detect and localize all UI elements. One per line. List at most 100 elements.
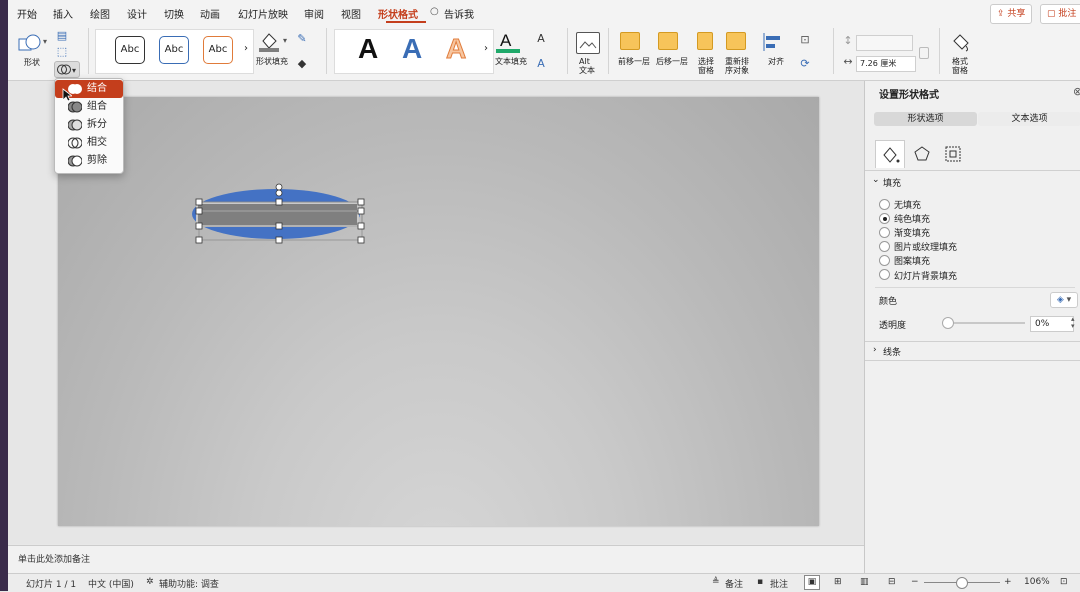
- shape-effects-icon[interactable]: ◆: [295, 57, 309, 71]
- width-field[interactable]: 7.26 厘米: [856, 56, 916, 72]
- format-pane-button[interactable]: [950, 31, 972, 53]
- transparency-slider-track[interactable]: [947, 322, 1025, 324]
- radio-solid-fill[interactable]: [879, 213, 890, 224]
- pane-title: 设置形状格式: [879, 90, 939, 101]
- notes-pane[interactable]: 单击此处添加备注: [8, 545, 864, 574]
- color-label: 颜色: [879, 297, 898, 307]
- size-properties-icon[interactable]: [944, 145, 962, 163]
- radio-picture-fill[interactable]: [879, 241, 890, 252]
- radio-pattern-fill[interactable]: [879, 255, 890, 266]
- merge-shapes-button[interactable]: ▾: [54, 61, 80, 78]
- rotate-icon[interactable]: ⟳: [798, 57, 812, 71]
- normal-view-icon[interactable]: ▣: [804, 575, 820, 590]
- selection-pane-label-2: 窗格: [698, 66, 714, 75]
- reading-view-icon[interactable]: ▥: [860, 577, 869, 587]
- tab-shape-options[interactable]: 形状选项: [874, 112, 977, 126]
- slide-counter: 幻灯片 1 / 1: [26, 580, 77, 590]
- ribbon-tabs: 开始 插入 绘图 设计 切换 动画 幻灯片放映 审阅 视图 形状格式 ○ 告诉我…: [8, 0, 1080, 24]
- slide-canvas[interactable]: [58, 97, 819, 526]
- chevron-down-icon: ▾: [43, 37, 48, 46]
- alt-text-button[interactable]: [576, 32, 600, 54]
- transparency-slider-thumb[interactable]: [942, 317, 954, 329]
- group-icon[interactable]: ⊡: [798, 33, 812, 47]
- tab-review[interactable]: 审阅: [304, 6, 324, 21]
- transparency-input[interactable]: 0%: [1030, 316, 1074, 332]
- wordart-style-1[interactable]: A: [358, 33, 378, 65]
- share-button[interactable]: ⇪ 共享: [990, 4, 1033, 24]
- shape-fill-button[interactable]: [257, 29, 281, 53]
- text-outline-icon[interactable]: A: [534, 32, 548, 46]
- format-shape-pane: 设置形状格式 ⊗ 形状选项 文本选项 ⌄ 填充 无填充 纯色填充 渐变填充 图片…: [864, 81, 1080, 573]
- chevron-right-icon[interactable]: ›: [873, 345, 877, 355]
- lock-aspect-icon[interactable]: [919, 47, 929, 59]
- radio-no-fill[interactable]: [879, 199, 890, 210]
- text-effects-icon[interactable]: A: [534, 57, 548, 71]
- fit-to-window-icon[interactable]: ⊡: [1060, 577, 1068, 587]
- reorder-objects-icon[interactable]: [726, 32, 746, 50]
- notes-toggle[interactable]: 备注: [725, 577, 743, 590]
- zoom-level[interactable]: 106%: [1024, 577, 1050, 587]
- close-icon[interactable]: ⊗: [1073, 85, 1080, 98]
- selected-shape[interactable]: [192, 180, 370, 246]
- radio-label: 无填充: [894, 201, 922, 211]
- wordart-style-3[interactable]: A: [445, 33, 466, 65]
- textbox-icon[interactable]: ▤: [55, 29, 69, 43]
- color-picker-button[interactable]: ◈ ▾: [1050, 292, 1078, 308]
- tab-draw[interactable]: 绘图: [90, 6, 110, 21]
- tab-home[interactable]: 开始: [17, 6, 37, 21]
- accessibility-status[interactable]: 辅助功能: 调查: [159, 577, 219, 590]
- alt-text-label-line2: 文本: [579, 66, 595, 75]
- text-fill-button[interactable]: A: [495, 29, 521, 55]
- zoom-out-icon[interactable]: −: [911, 577, 919, 587]
- zoom-in-icon[interactable]: +: [1004, 577, 1012, 587]
- tab-text-options[interactable]: 文本选项: [978, 112, 1080, 126]
- menu-item-subtract[interactable]: 剪除: [55, 152, 123, 170]
- align-button[interactable]: [762, 32, 784, 52]
- shape-label: 形状: [24, 58, 40, 67]
- tab-transitions[interactable]: 切换: [164, 6, 184, 21]
- comments-button[interactable]: ▢ 批注: [1040, 4, 1080, 24]
- reorder-objects-label-2: 序对象: [725, 66, 749, 75]
- bring-forward-icon[interactable]: [620, 32, 640, 50]
- zoom-slider-thumb[interactable]: [956, 577, 968, 589]
- shape-outline-icon[interactable]: ✎: [295, 32, 309, 46]
- gallery-more-arrow-icon[interactable]: ›: [244, 44, 248, 54]
- tab-insert[interactable]: 插入: [53, 6, 73, 21]
- tab-shape-format[interactable]: 形状格式: [378, 6, 418, 21]
- shape-style-3[interactable]: Abc: [203, 36, 233, 64]
- tab-view[interactable]: 视图: [341, 6, 361, 21]
- menu-item-intersect[interactable]: 相交: [55, 134, 123, 152]
- comments-toggle[interactable]: 批注: [770, 577, 788, 590]
- language-indicator[interactable]: 中文 (中国): [88, 577, 134, 590]
- line-section-header[interactable]: 线条: [883, 345, 901, 358]
- ribbon-separator: [567, 28, 568, 74]
- radio-gradient-fill[interactable]: [879, 227, 890, 238]
- slideshow-icon[interactable]: ⊟: [888, 577, 896, 587]
- height-field[interactable]: [856, 35, 913, 51]
- shape-style-1[interactable]: Abc: [115, 36, 145, 64]
- wordart-style-2[interactable]: A: [402, 33, 422, 65]
- merge-shapes-icon: ▾: [57, 64, 76, 75]
- tab-slideshow[interactable]: 幻灯片放映: [238, 6, 288, 21]
- selection-pane-icon[interactable]: [697, 32, 713, 50]
- slide-sorter-icon[interactable]: ⊞: [834, 577, 842, 587]
- text-fill-icon: A: [496, 31, 520, 53]
- tell-me-search[interactable]: 告诉我: [444, 6, 474, 21]
- shape-style-2[interactable]: Abc: [159, 36, 189, 64]
- gallery-more-arrow-icon[interactable]: ›: [484, 44, 488, 54]
- radio-label: 图案填充: [894, 257, 931, 267]
- edit-shape-icon[interactable]: ⬚: [55, 45, 69, 59]
- tab-animations[interactable]: 动画: [200, 6, 220, 21]
- chevron-down-icon[interactable]: ⌄: [872, 175, 880, 185]
- menu-item-fragment[interactable]: 拆分: [55, 116, 123, 134]
- fill-bucket-icon: [883, 147, 900, 163]
- insert-shape-button[interactable]: [18, 33, 41, 51]
- tab-design[interactable]: 设计: [127, 6, 147, 21]
- fill-line-tab[interactable]: [875, 140, 905, 168]
- fill-section-header[interactable]: 填充: [883, 176, 901, 189]
- pentagon-icon[interactable]: [913, 145, 931, 163]
- send-backward-icon[interactable]: [658, 32, 678, 50]
- reorder-objects-label-1: 重新排: [725, 57, 749, 66]
- radio-slide-bg-fill[interactable]: [879, 269, 890, 280]
- stepper-icon[interactable]: ▴ ▾: [1071, 316, 1075, 330]
